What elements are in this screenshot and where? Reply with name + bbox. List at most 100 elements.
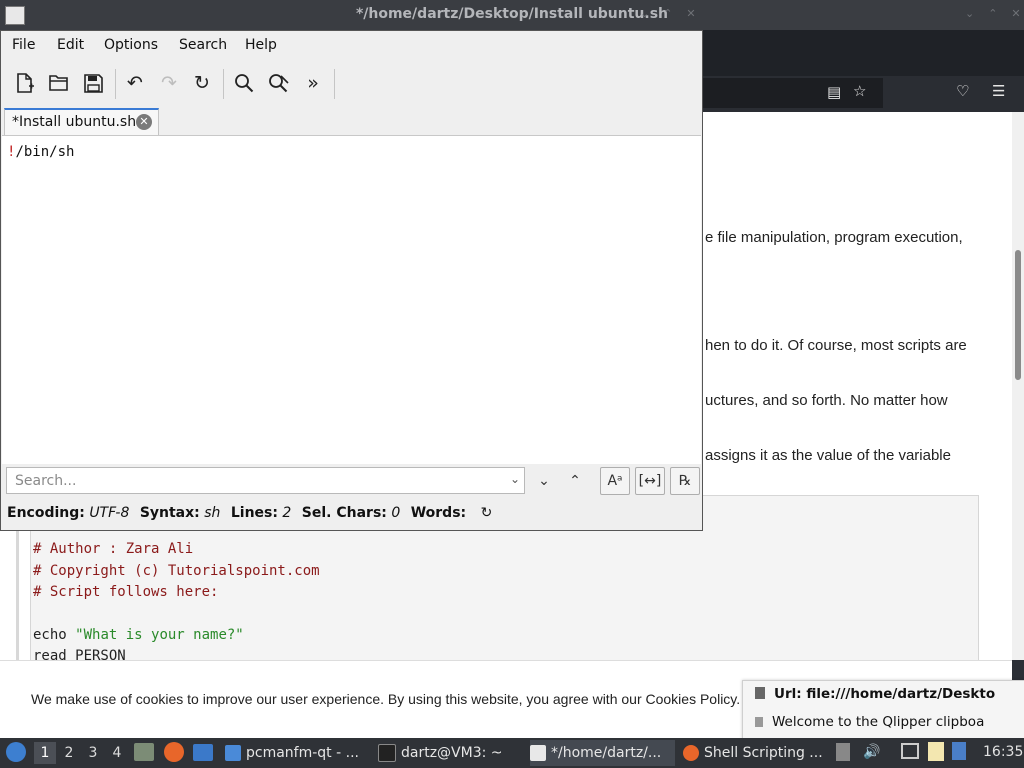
regex-button[interactable]: ℞ [670,467,700,495]
page-text-fragment: uctures, and so forth. No matter how [705,392,948,409]
volume-icon[interactable]: 🔊 [863,744,880,760]
words-label: Words: [410,505,467,521]
page-text-fragment: e file manipulation, program execution, [705,229,963,246]
page-scrollbar-thumb[interactable] [1015,250,1021,380]
desktop-launcher-icon[interactable] [193,744,213,761]
chevron-down-icon[interactable]: ⌄ [510,472,520,486]
code-line-echo: echo "What is your name?" [33,627,244,643]
search-combobox[interactable]: ⌄ [6,467,525,494]
open-file-button[interactable] [45,69,73,97]
file-manager-launcher-icon[interactable] [134,743,154,761]
text-editor-window: File Edit Options Search Help ↶ ↷ ↻ » *I… [0,30,703,531]
window-controls[interactable]: ⌄⌃✕ [965,7,1024,20]
toolbar: ↶ ↷ ↻ » [1,63,702,103]
notes-tray-icon[interactable] [928,742,944,761]
clipboard-url-item[interactable]: Url: file:///home/dartz/Deskto [755,686,995,702]
browser-tabstrip [703,30,1024,76]
save-button[interactable] [79,69,107,97]
encoding-value: UTF-8 [89,505,130,521]
close-tab-icon[interactable]: ✕ [136,114,152,130]
window-titlebar[interactable]: */home/dartz/Desktop/Install ubuntu.sh ⌄… [0,0,1024,30]
tabbar: *Install ubuntu.sh ✕ [1,107,702,135]
bookmark-star-icon[interactable]: ☆ [853,82,866,100]
reader-view-icon[interactable]: ▤ [827,83,841,101]
display-tray-icon[interactable] [901,743,919,759]
folder-icon [225,745,241,761]
file-icon [755,687,765,699]
clock[interactable]: 16:35 [983,744,1023,760]
shebang-path: /bin/sh [15,144,75,160]
menu-edit[interactable]: Edit [57,37,84,53]
desktop-4[interactable]: 4 [106,742,128,764]
firefox-icon [683,745,699,761]
find-next-button[interactable]: ⌄ [529,467,559,495]
lines-label: Lines: [230,505,278,521]
task-text-editor[interactable]: */home/dartz/... [530,740,675,766]
tab-label: *Install ubuntu.sh [12,114,137,130]
start-menu-icon[interactable] [6,742,26,762]
firefox-launcher-icon[interactable] [164,742,184,762]
code-line: # Author : Zara Ali [33,541,194,557]
page-text-fragment: assigns it as the value of the variable [705,447,951,464]
search-icon [235,74,254,93]
menu-help[interactable]: Help [245,37,277,53]
task-firefox[interactable]: Shell Scripting ... [683,740,828,766]
window-controls-dim: ⌄⌃✕ [640,7,710,20]
menu-options[interactable]: Options [104,37,158,53]
page-scrollbar[interactable] [1012,112,1024,660]
taskbar: 1 2 3 4 pcmanfm-qt - ... dartz@VM3: ~ */… [0,738,1024,768]
match-case-button[interactable]: Aᵃ [600,467,630,495]
code-block-edge [16,530,19,660]
toolbar-separator [223,69,224,99]
reload-button[interactable]: ↻ [188,69,216,97]
find-button[interactable] [230,69,258,97]
update-tray-icon[interactable] [952,742,966,760]
find-previous-button[interactable]: ⌃ [560,467,590,495]
statusbar: Encoding: UTF-8 Syntax: sh Lines: 2 Sel.… [7,505,492,521]
code-line: # Script follows here: [33,584,219,600]
redo-button[interactable]: ↷ [155,69,183,97]
clipboard-tray-icon[interactable] [836,743,850,761]
new-file-button[interactable] [11,69,39,97]
pocket-icon[interactable]: ♡ [956,82,969,100]
menu-file[interactable]: File [12,37,35,53]
hamburger-menu-icon[interactable]: ☰ [992,82,1005,100]
desktop-2[interactable]: 2 [58,742,80,764]
find-replace-icon [269,74,289,93]
encoding-label: Encoding: [7,505,85,521]
code-echo-string: "What is your name?" [75,627,244,643]
undo-icon: ↶ [127,72,143,94]
task-pcmanfm[interactable]: pcmanfm-qt - ... [225,740,365,766]
code-line: # Copyright (c) Tutorialspoint.com [33,563,320,579]
desktop-3[interactable]: 3 [82,742,104,764]
toolbar-separator [115,69,116,99]
save-icon [83,73,103,93]
clipboard-welcome-item[interactable]: Welcome to the Qlipper clipboa [755,714,984,730]
folder-open-icon [49,75,68,91]
chevron-up-icon: ⌃ [569,473,581,489]
text-editor-icon [530,745,546,761]
page-text-fragment: hen to do it. Of course, most scripts ar… [705,337,967,354]
note-icon [755,717,763,727]
replace-button[interactable] [265,69,293,97]
menubar: File Edit Options Search Help [1,31,702,61]
desktop-1[interactable]: 1 [34,742,56,764]
menu-search[interactable]: Search [179,37,227,53]
more-tools-button[interactable]: » [299,69,327,97]
double-chevron-right-icon: » [307,72,319,94]
text-edit-area[interactable]: !/bin/sh [2,135,701,464]
search-input[interactable] [13,472,497,490]
tab-install-ubuntu[interactable]: *Install ubuntu.sh ✕ [4,108,159,135]
terminal-icon [378,744,396,762]
redo-icon: ↷ [161,72,177,94]
syntax-label: Syntax: [139,505,200,521]
syntax-value: sh [204,505,221,521]
code-echo-cmd: echo [33,627,76,643]
window-title: */home/dartz/Desktop/Install ubuntu.sh [355,6,669,22]
refresh-words-icon[interactable]: ↻ [481,505,493,521]
undo-button[interactable]: ↶ [121,69,149,97]
whole-word-button[interactable]: [↔] [635,467,665,495]
reload-icon: ↻ [194,72,210,94]
task-terminal[interactable]: dartz@VM3: ~ [378,740,518,766]
clipboard-popup[interactable]: Url: file:///home/dartz/Deskto Welcome t… [742,680,1024,740]
